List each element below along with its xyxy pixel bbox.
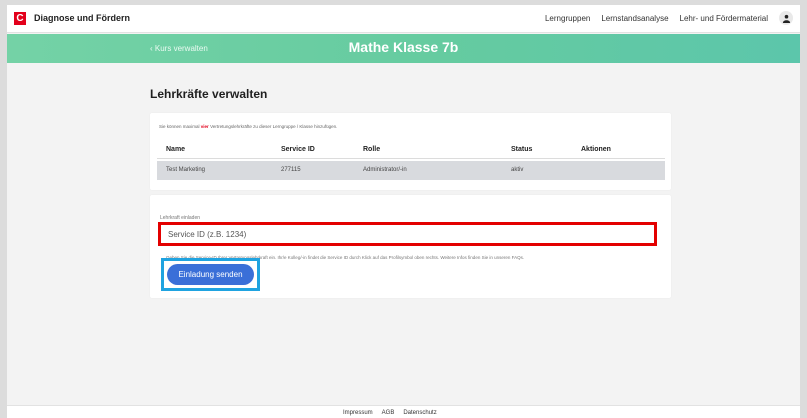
invite-button-highlight: Einladung senden	[161, 258, 260, 291]
nav-item-material[interactable]: Lehr- und Fördermaterial	[680, 14, 768, 23]
cell-status: aktiv	[511, 167, 524, 173]
top-navigation-bar: C Diagnose und Fördern Lerngruppen Lerns…	[7, 5, 800, 33]
column-header-status: Status	[511, 146, 533, 153]
invite-card: Lehrkraft einladen Geben Sie die Service…	[150, 195, 671, 298]
page-title: Lehrkräfte verwalten	[150, 87, 268, 101]
footer-link-datenschutz[interactable]: Datenschutz	[403, 410, 436, 416]
service-id-input[interactable]	[158, 222, 657, 246]
footer: Impressum AGB Datenschutz	[7, 405, 800, 418]
main-nav: Lerngruppen Lernstandsanalyse Lehr- und …	[545, 14, 768, 23]
footer-links: Impressum AGB Datenschutz	[343, 410, 437, 416]
column-header-service-id: Service ID	[281, 146, 315, 153]
course-title: Mathe Klasse 7b	[348, 39, 459, 55]
note-text-before: Sie können maximal	[159, 124, 200, 129]
course-header: ‹ Kurs verwalten Mathe Klasse 7b	[7, 34, 800, 63]
nav-item-lernstandsanalyse[interactable]: Lernstandsanalyse	[601, 14, 668, 23]
nav-item-lerngruppen[interactable]: Lerngruppen	[545, 14, 590, 23]
send-invitation-button[interactable]: Einladung senden	[167, 264, 254, 285]
footer-link-agb[interactable]: AGB	[382, 410, 395, 416]
note-text-after: Vertretungslehrkräfte zu dieser Lerngrup…	[210, 124, 338, 129]
cell-service-id: 277115	[281, 167, 301, 173]
user-icon	[782, 14, 790, 23]
cell-name: Test Marketing	[166, 167, 206, 173]
cell-role: Administrator/-in	[363, 167, 407, 173]
table-row: Test Marketing 277115 Administrator/-in …	[157, 161, 665, 180]
invite-label: Lehrkraft einladen	[160, 215, 201, 221]
column-header-name: Name	[166, 146, 186, 153]
teacher-limit-note: Sie können maximal vier Vertretungslehrk…	[159, 124, 337, 129]
column-header-role: Rolle	[363, 146, 381, 153]
browser-viewport: C Diagnose und Fördern Lerngruppen Lerns…	[7, 5, 800, 418]
note-text-highlight: vier	[200, 124, 209, 129]
footer-link-impressum[interactable]: Impressum	[343, 410, 373, 416]
teachers-card: Sie können maximal vier Vertretungslehrk…	[150, 113, 671, 190]
app-title[interactable]: Diagnose und Fördern	[34, 13, 130, 23]
profile-button[interactable]	[779, 11, 793, 25]
brand-logo[interactable]: C	[14, 12, 26, 25]
table-header: Name Service ID Rolle Status Aktionen	[157, 140, 665, 159]
column-header-actions: Aktionen	[581, 146, 611, 153]
